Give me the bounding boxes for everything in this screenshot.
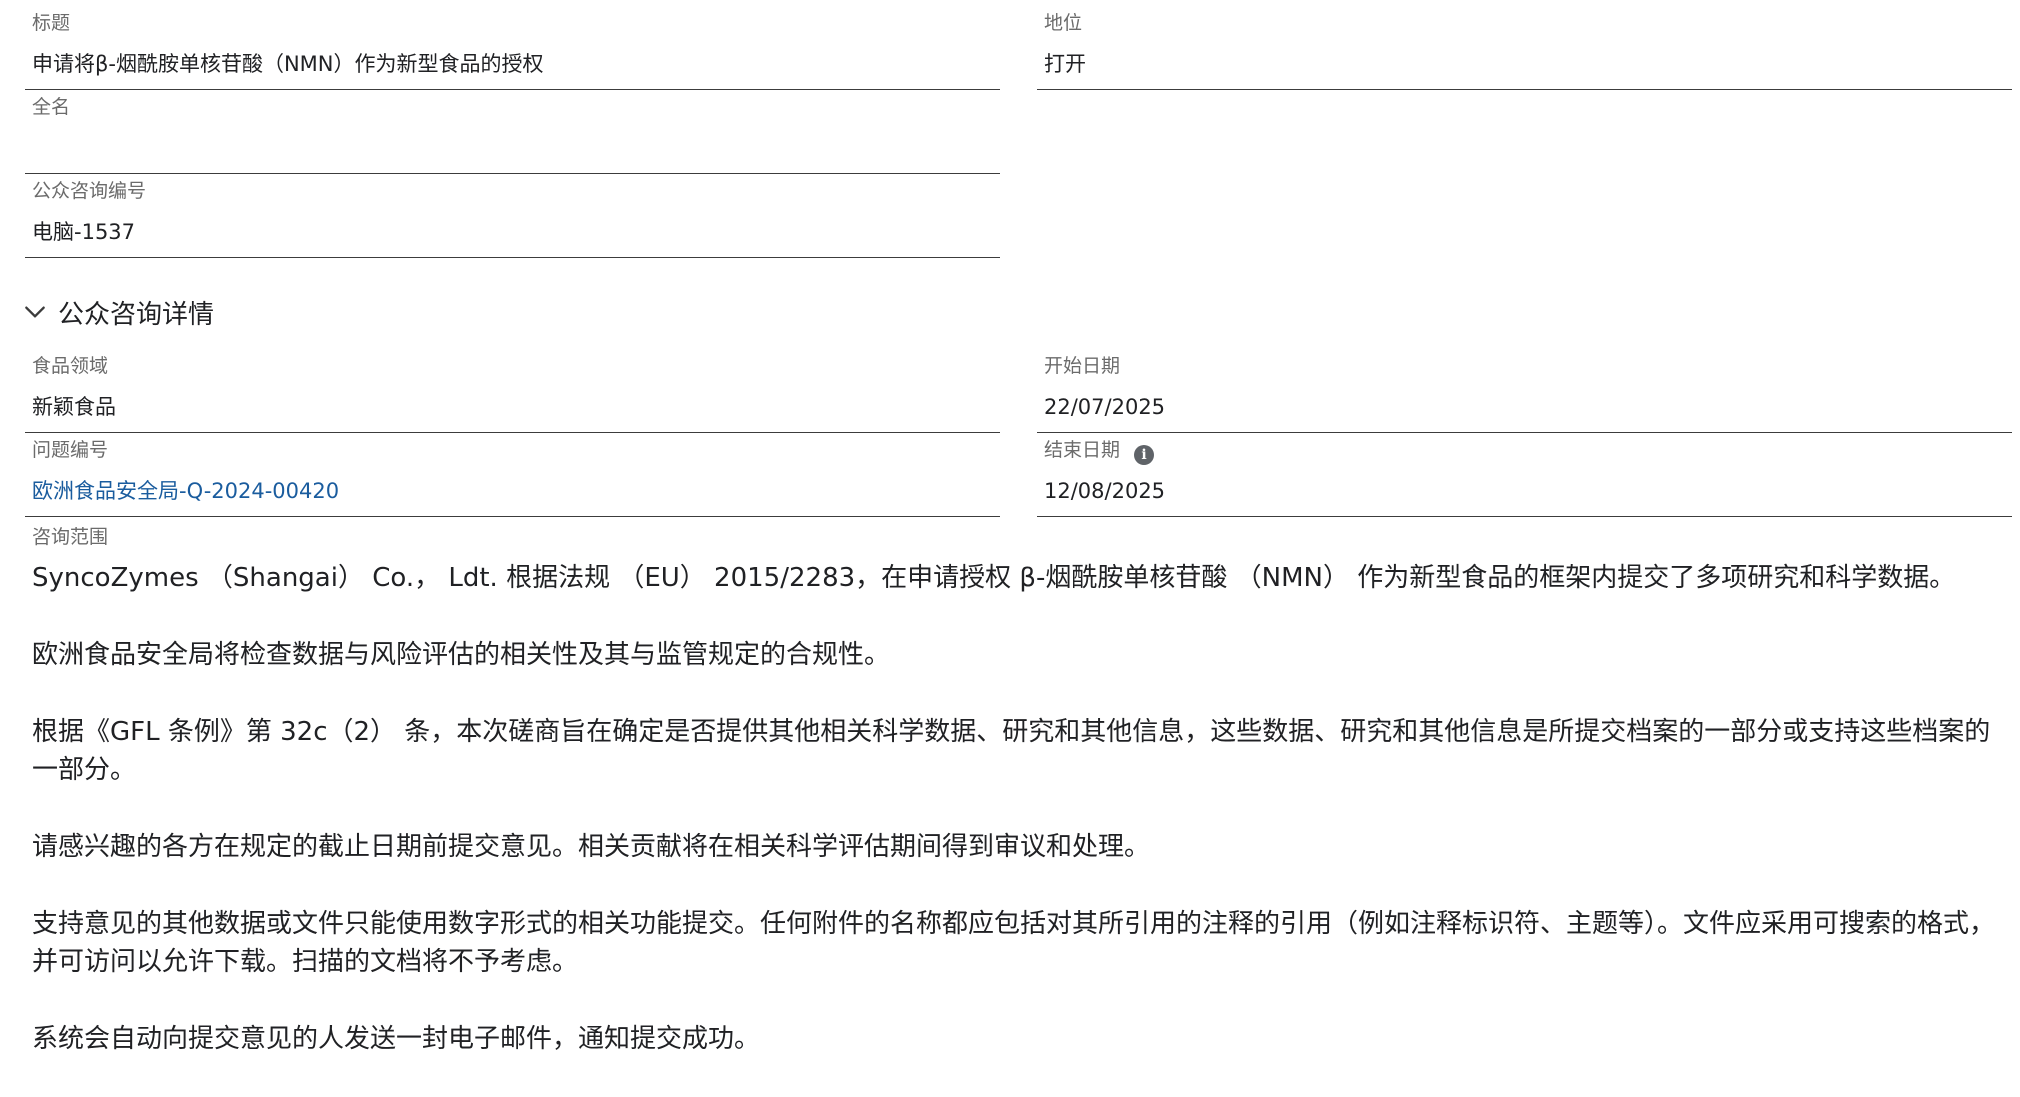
scope-paragraph: 系统会自动向提交意见的人发送一封电子邮件，通知提交成功。 bbox=[32, 1024, 761, 1054]
question-number-field: 问题编号 欧洲食品安全局-Q-2024-00420 bbox=[25, 437, 1000, 517]
end-date-label: 结束日期 bbox=[1044, 439, 1121, 461]
title-label: 标题 bbox=[32, 12, 71, 34]
scope-paragraph: SyncoZymes （Shangai） Co.， Ldt. 根据法规 （EU）… bbox=[32, 563, 1956, 593]
start-date-field: 开始日期 22/07/2025 bbox=[1037, 353, 2012, 433]
status-value: 打开 bbox=[1044, 52, 1086, 76]
start-date-value: 22/07/2025 bbox=[1044, 395, 1166, 419]
section-title: 公众咨询详情 bbox=[58, 299, 215, 330]
scope-paragraph: 支持意见的其他数据或文件只能使用数字形式的相关功能提交。任何附件的名称都应包括对… bbox=[32, 909, 1996, 977]
food-sector-label: 食品领域 bbox=[32, 355, 109, 377]
question-number-label: 问题编号 bbox=[32, 439, 109, 461]
end-date-field: 结束日期 i 12/08/2025 bbox=[1037, 437, 2012, 517]
scope-label: 咨询范围 bbox=[32, 526, 109, 548]
consultation-number-value: 电脑-1537 bbox=[32, 220, 136, 244]
chevron-down-icon bbox=[25, 306, 45, 318]
status-field: 地位 打开 bbox=[1037, 10, 2012, 90]
info-icon[interactable]: i bbox=[1134, 445, 1155, 465]
food-sector-field: 食品领域 新颖食品 bbox=[25, 353, 1000, 433]
scope-paragraph: 请感兴趣的各方在规定的截止日期前提交意见。相关贡献将在相关科学评估期间得到审议和… bbox=[32, 832, 1151, 862]
consultation-details-toggle[interactable]: 公众咨询详情 bbox=[22, 292, 214, 332]
scope-paragraph: 根据《GFL 条例》第 32c（2） 条，本次磋商旨在确定是否提供其他相关科学数… bbox=[32, 717, 1991, 785]
status-label: 地位 bbox=[1044, 12, 1083, 34]
consultation-number-label: 公众咨询编号 bbox=[32, 180, 147, 202]
food-sector-value: 新颖食品 bbox=[32, 395, 116, 419]
full-name-label: 全名 bbox=[32, 96, 71, 118]
title-value: 申请将β-烟酰胺单核苷酸（NMN）作为新型食品的授权 bbox=[32, 52, 544, 76]
consultation-number-field: 公众咨询编号 电脑-1537 bbox=[25, 178, 1000, 258]
question-number-link[interactable]: 欧洲食品安全局-Q-2024-00420 bbox=[32, 476, 339, 506]
full-name-field: 全名 bbox=[25, 94, 1000, 174]
scope-paragraph: 欧洲食品安全局将检查数据与风险评估的相关性及其与监管规定的合规性。 bbox=[32, 640, 891, 670]
end-date-label-wrap: 结束日期 i bbox=[1044, 437, 1155, 465]
title-field: 标题 申请将β-烟酰胺单核苷酸（NMN）作为新型食品的授权 bbox=[25, 10, 1000, 90]
end-date-value: 12/08/2025 bbox=[1044, 479, 1166, 503]
scope-text: SyncoZymes （Shangai） Co.， Ldt. 根据法规 （EU）… bbox=[32, 559, 2012, 1097]
start-date-label: 开始日期 bbox=[1044, 355, 1121, 377]
